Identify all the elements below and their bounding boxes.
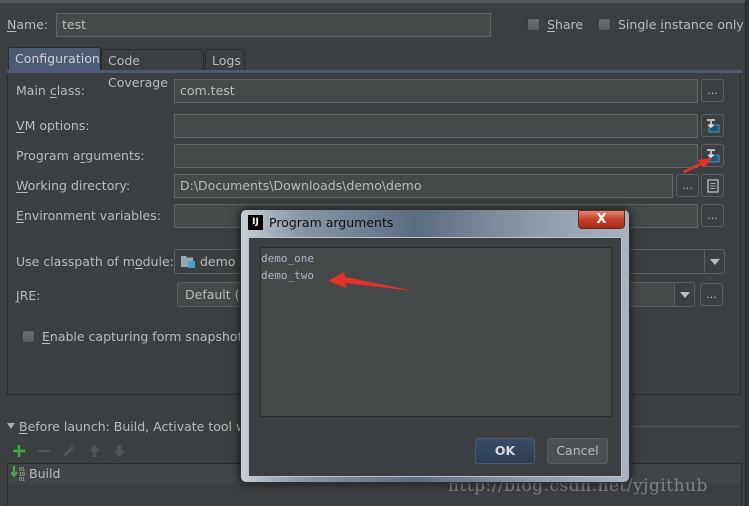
program-arguments-textarea[interactable]: demo_one demo_two [260, 247, 612, 417]
capture-snapshots-checkbox[interactable] [22, 330, 35, 343]
argument-line: demo_two [261, 269, 314, 282]
program-arguments-expand-button[interactable] [701, 144, 724, 167]
chevron-down-icon [674, 283, 694, 306]
move-up-icon[interactable] [88, 444, 101, 458]
share-label[interactable]: Share [547, 17, 583, 32]
program-arguments-label: Program arguments: [16, 148, 145, 163]
close-button[interactable]: X [578, 210, 625, 229]
svg-text:01: 01 [19, 477, 25, 481]
window-right-edge [745, 0, 749, 506]
tab-logs[interactable]: Logs [205, 49, 245, 71]
name-input-value: test [62, 17, 87, 32]
move-down-icon[interactable] [113, 444, 126, 458]
working-directory-input[interactable]: D:\Documents\Downloads\demo\demo [174, 174, 673, 198]
environment-variables-browse-button[interactable]: ... [701, 204, 724, 227]
tab-configuration-label: Configuration [15, 51, 100, 66]
jre-value: Default (1 [185, 287, 248, 302]
ellipsis-icon: ... [707, 84, 718, 97]
main-class-value: com.test [180, 83, 235, 98]
close-icon: X [596, 212, 607, 227]
dialog-title: Program arguments [269, 215, 394, 230]
ellipsis-icon: ... [707, 209, 718, 222]
program-arguments-dialog: IJ Program arguments X demo_one demo_two… [240, 209, 630, 483]
expand-field-icon [706, 148, 719, 162]
working-directory-label: Working directory: [16, 178, 131, 193]
dialog-body: demo_one demo_two OK Cancel [248, 237, 622, 477]
vm-options-input[interactable] [174, 114, 698, 138]
classpath-module-label: Use classpath of module: [16, 254, 174, 269]
expand-field-icon [706, 118, 719, 132]
document-icon [706, 178, 719, 193]
ok-button[interactable]: OK [475, 438, 535, 464]
tab-configuration[interactable]: Configuration [8, 47, 101, 71]
ellipsis-icon: ... [706, 288, 717, 301]
chevron-down-icon [704, 250, 724, 273]
single-instance-label[interactable]: Single instance only [618, 17, 744, 32]
working-directory-value: D:\Documents\Downloads\demo\demo [180, 178, 422, 193]
jre-browse-button[interactable]: ... [700, 283, 723, 306]
main-class-input[interactable]: com.test [174, 79, 698, 103]
vm-options-expand-button[interactable] [701, 114, 724, 137]
add-icon[interactable] [12, 444, 26, 458]
build-item-label: Build [29, 466, 61, 481]
environment-variables-label: Environment variables: [16, 208, 161, 223]
window-top-border [0, 0, 749, 3]
collapse-triangle-icon[interactable] [7, 423, 15, 429]
main-class-label: Main class: [16, 83, 86, 98]
build-icon: 011001 [11, 466, 25, 481]
intellij-icon: IJ [248, 215, 263, 230]
name-label: Name: [7, 17, 49, 32]
ellipsis-icon: ... [682, 179, 693, 192]
vm-options-label: VM options: [16, 118, 90, 133]
tab-code-coverage[interactable]: Code Coverage [101, 49, 204, 90]
cancel-button[interactable]: Cancel [547, 438, 608, 464]
tab-logs-label: Logs [212, 53, 241, 68]
single-instance-checkbox[interactable] [598, 18, 611, 31]
classpath-module-value: demo [200, 254, 236, 269]
program-arguments-input[interactable] [174, 144, 698, 168]
module-folder-icon [181, 256, 195, 268]
name-input[interactable]: test [56, 13, 491, 37]
share-checkbox[interactable] [527, 18, 540, 31]
remove-icon[interactable] [37, 444, 51, 458]
capture-snapshots-label[interactable]: Enable capturing form snapshots [42, 329, 249, 344]
main-class-browse-button[interactable]: ... [701, 79, 724, 102]
working-directory-browse-button[interactable]: ... [676, 174, 699, 197]
jre-label: JRE: [16, 288, 41, 303]
working-directory-macro-button[interactable] [701, 174, 724, 197]
argument-line: demo_one [261, 252, 314, 265]
edit-icon[interactable] [62, 444, 76, 458]
